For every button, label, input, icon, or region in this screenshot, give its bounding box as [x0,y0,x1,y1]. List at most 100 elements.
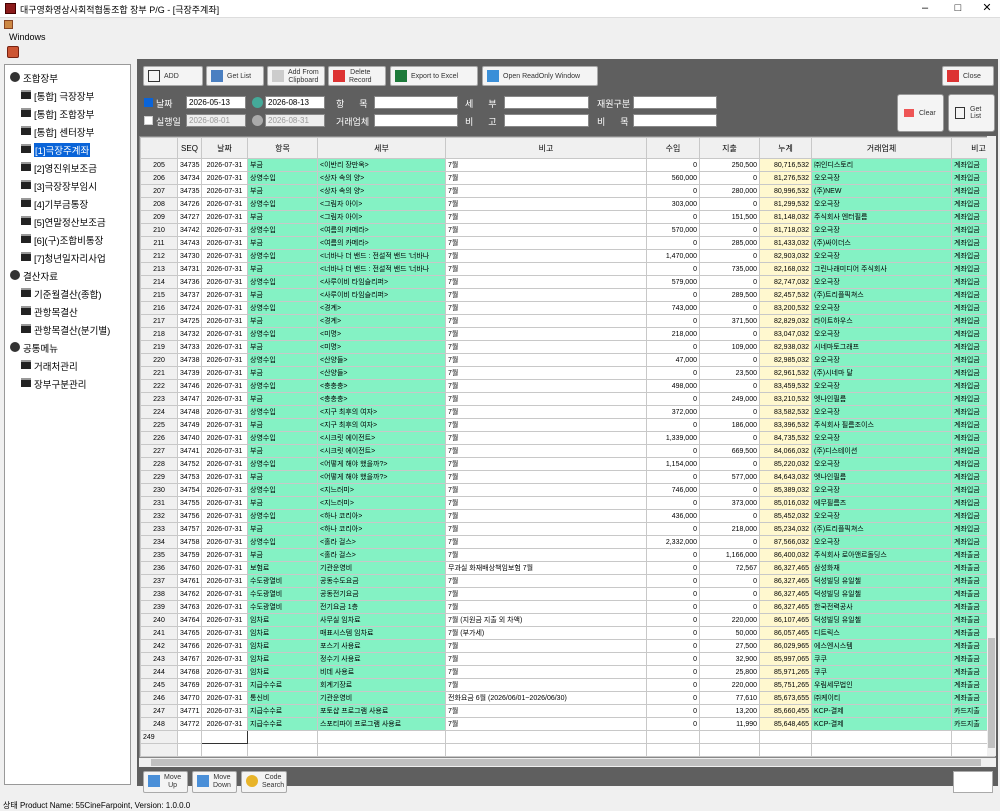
table-cell[interactable]: 7월 [445,158,647,172]
table-cell[interactable]: 2026-07-31 [201,704,248,718]
table-cell[interactable]: 86,327,465 [759,561,812,575]
close-window-button[interactable]: ✕ [972,0,1000,18]
sidebar-item[interactable]: [2]영진위보조금 [5,158,130,176]
table-cell[interactable]: 공동전기요금 [317,587,446,601]
table-cell[interactable]: 81,276,532 [759,171,812,185]
table-cell[interactable]: 0 [646,158,700,172]
get-list-big-button[interactable]: Get List [948,94,995,132]
table-cell[interactable]: 1,470,000 [646,249,700,263]
table-cell[interactable]: 82,938,032 [759,340,812,354]
table-cell[interactable]: 220 [140,353,178,367]
table-cell[interactable]: 부금 [247,236,318,250]
table-cell[interactable]: 0 [646,418,700,432]
table-cell[interactable]: 218,000 [646,327,700,341]
table-cell[interactable]: 1,339,000 [646,431,700,445]
table-cell[interactable]: 포스기 사용료 [317,639,446,653]
table-cell[interactable]: 2026-07-31 [201,574,248,588]
table-cell[interactable]: 7월 (부가세) [445,626,647,640]
table-cell[interactable]: 34769 [177,678,202,692]
table-cell[interactable]: 오오극장 [811,197,952,211]
table-cell[interactable]: 186,000 [699,418,760,432]
table-cell[interactable]: 34732 [177,327,202,341]
table-cell[interactable]: 부금 [247,288,318,302]
table-cell[interactable]: 233 [140,522,178,536]
table-cell[interactable]: 32,900 [699,652,760,666]
table-cell[interactable]: 83,210,532 [759,392,812,406]
table-row[interactable]: 207 34735 2026-07-31 부금 <상자 속의 양> 7월 0 280,000 8… [140,184,995,198]
table-cell[interactable]: 기관운영비 [317,561,446,575]
table-cell[interactable]: 34747 [177,392,202,406]
horizontal-scrollbar[interactable] [139,758,996,767]
table-cell[interactable]: 34749 [177,418,202,432]
table-cell[interactable]: 그린나래미디어 주식회사 [811,262,952,276]
close-button[interactable]: Close [942,66,994,86]
table-cell[interactable]: 230 [140,483,178,497]
table-cell[interactable]: 303,000 [646,197,700,211]
table-cell[interactable]: 81,148,032 [759,210,812,224]
table-cell[interactable]: 시네마토그래프 [811,340,952,354]
table-cell[interactable]: 0 [699,353,760,367]
table-cell[interactable]: <홀라 걸스> [317,535,446,549]
table-cell[interactable]: 상영수입 [247,301,318,315]
table-cell[interactable]: 85,220,032 [759,457,812,471]
table-cell[interactable]: 부금 [247,262,318,276]
table-cell[interactable]: 77,610 [699,691,760,705]
table-cell[interactable]: <상자 속의 양> [317,171,446,185]
table-cell[interactable]: 86,057,465 [759,626,812,640]
table-cell[interactable]: 223 [140,392,178,406]
minimize-button[interactable]: – [910,0,940,18]
table-cell[interactable]: 오오극장 [811,405,952,419]
table-cell[interactable]: 임차료 [247,613,318,627]
table-cell[interactable]: 상영수입 [247,249,318,263]
table-cell[interactable]: 2026-07-31 [201,275,248,289]
table-cell[interactable]: 0 [646,717,700,731]
table-cell[interactable]: 0 [646,470,700,484]
table-row[interactable]: 225 34749 2026-07-31 부금 <지구 최후의 여자> 7월 0 186,00… [140,418,995,432]
table-cell[interactable]: 부금 [247,392,318,406]
table-row[interactable]: 248 34772 2026-07-31 지급수수료 스포티파이 프로그램 사용료 7월 0… [140,717,995,731]
table-cell[interactable]: 82,903,032 [759,249,812,263]
table-cell[interactable]: 0 [646,314,700,328]
table-row[interactable]: 212 34730 2026-07-31 상영수입 <너바나 더 밴드 : 전설적 밴드… [140,249,995,263]
sidebar-item[interactable]: [통합] 극장장부 [5,86,130,104]
table-cell[interactable]: 수도광열비 [247,587,318,601]
table-cell[interactable]: 34739 [177,366,202,380]
table-row[interactable]: 233 34757 2026-07-31 부금 <하나 코리아> 7월 0 218,000 85… [140,522,995,536]
table-cell[interactable]: 249 [140,730,178,744]
table-cell[interactable]: 0 [646,184,700,198]
table-cell[interactable]: 0 [646,704,700,718]
bigo-input[interactable] [504,114,589,127]
table-cell[interactable]: 34762 [177,587,202,601]
table-cell[interactable]: 7월 [445,574,647,588]
sidebar-item[interactable]: [5]연말정산보조금 [5,212,130,230]
table-cell[interactable]: 80,996,532 [759,184,812,198]
table-cell[interactable]: 매표시스템 임차료 [317,626,446,640]
table-cell[interactable]: <홀라 걸스> [317,548,446,562]
table-cell[interactable]: 7월 [445,262,647,276]
table-cell[interactable]: 지급수수료 [247,717,318,731]
table-cell[interactable]: 2026-07-31 [201,587,248,601]
table-cell[interactable]: 234 [140,535,178,549]
table-cell[interactable]: ㈜인디스토리 [811,158,952,172]
table-row[interactable]: 211 34743 2026-07-31 부금 <여름의 카메라> 7월 0 285,000 8… [140,236,995,250]
partner-input[interactable] [374,114,458,127]
table-cell[interactable]: 7월 [445,405,647,419]
table-cell[interactable]: 34754 [177,483,202,497]
table-cell[interactable]: 34743 [177,236,202,250]
table-cell[interactable]: 오오극장 [811,457,952,471]
table-cell[interactable]: 2026-07-31 [201,444,248,458]
table-row[interactable]: 247 34771 2026-07-31 지급수수료 포토샵 프로그램 사용료 7월 0 13… [140,704,995,718]
new-row[interactable]: 249 [140,730,995,744]
table-cell[interactable]: 86,327,465 [759,587,812,601]
table-cell[interactable]: 오오극장 [811,353,952,367]
sidebar-item[interactable]: 관항목결산(분기별) [5,320,130,338]
table-cell[interactable]: 221 [140,366,178,380]
table-row[interactable]: 238 34762 2026-07-31 수도광열비 공동전기요금 7월 0 0 86,327,… [140,587,995,601]
table-cell[interactable]: 34734 [177,171,202,185]
table-cell[interactable]: 0 [699,249,760,263]
table-cell[interactable]: 85,660,455 [759,704,812,718]
table-row[interactable]: 241 34765 2026-07-31 임차료 매표시스템 임차료 7월 (부가세) 0 5… [140,626,995,640]
table-row[interactable]: 206 34734 2026-07-31 상영수입 <상자 속의 양> 7월 560,000… [140,171,995,185]
table-cell[interactable]: 2026-07-31 [201,548,248,562]
table-cell[interactable]: 부금 [247,444,318,458]
